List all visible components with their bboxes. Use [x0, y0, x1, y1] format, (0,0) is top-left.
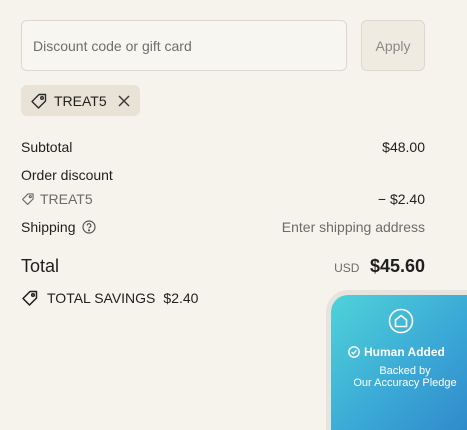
help-icon[interactable]: [81, 220, 96, 234]
total-currency: USD: [334, 261, 360, 275]
accuracy-pledge-badge[interactable]: Human Added Backed by Our Accuracy Pledg…: [326, 290, 467, 430]
total-value-group: USD $45.60: [334, 256, 425, 277]
shipping-label-group: Shipping: [21, 219, 96, 235]
subtotal-value: $48.00: [382, 139, 425, 155]
discount-code-label: TREAT5: [40, 191, 93, 207]
shipping-value: Enter shipping address: [281, 219, 425, 235]
tag-icon: [21, 192, 35, 206]
subtotal-row: Subtotal $48.00: [21, 139, 425, 155]
tag-icon: [30, 92, 48, 110]
subtotal-label: Subtotal: [21, 139, 73, 155]
order-discount-row: Order discount: [21, 167, 425, 183]
badge-line-2: Our Accuracy Pledge: [353, 377, 457, 389]
total-amount: $45.60: [369, 256, 425, 276]
applied-code-label: TREAT5: [54, 92, 107, 109]
check-circle-icon: [348, 346, 360, 358]
badge-subtitle: Backed by Our Accuracy Pledge: [341, 365, 467, 389]
applied-discount-tag: TREAT5: [21, 85, 140, 116]
shipping-row: Shipping Enter shipping address: [21, 219, 425, 235]
discount-value: − $2.40: [377, 191, 425, 207]
discount-code-info: TREAT5: [21, 191, 93, 207]
close-icon[interactable]: [117, 94, 131, 108]
badge-title: Human Added: [364, 345, 445, 359]
home-icon: [388, 308, 414, 334]
badge-title-row: Human Added: [348, 345, 445, 359]
discount-form: Apply: [21, 20, 425, 71]
total-label: Total: [21, 256, 60, 276]
savings-amount: $2.40: [163, 290, 199, 306]
savings-tag-icon: [21, 289, 39, 307]
total-row: Total USD $45.60: [21, 256, 425, 277]
discount-code-input[interactable]: [21, 20, 347, 71]
apply-button[interactable]: Apply: [361, 20, 425, 71]
discount-code-row: TREAT5 − $2.40: [21, 191, 425, 207]
total-savings: TOTAL SAVINGS $2.40: [21, 289, 198, 307]
shipping-label: Shipping: [21, 219, 76, 235]
badge-line-1: Backed by: [379, 365, 431, 377]
order-discount-label: Order discount: [21, 167, 113, 183]
savings-label: TOTAL SAVINGS: [47, 290, 156, 306]
